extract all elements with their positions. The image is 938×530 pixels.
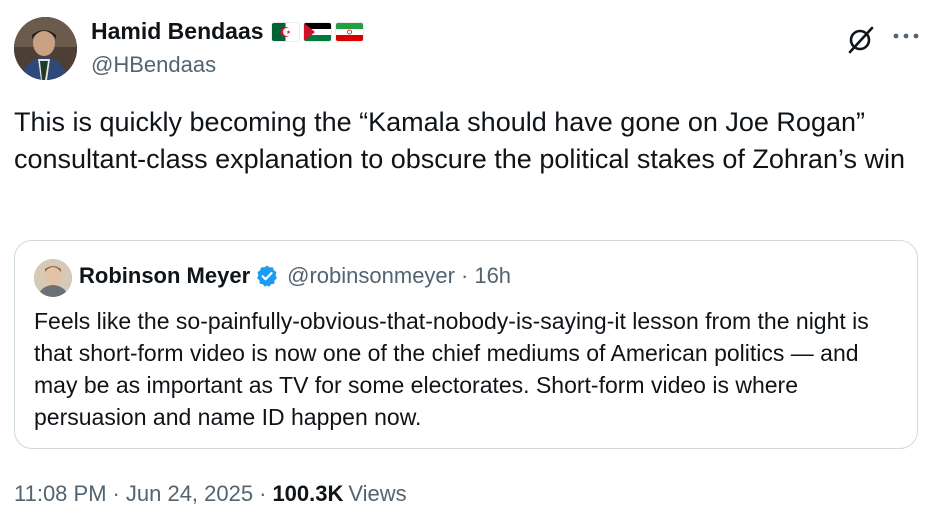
views-count[interactable]: 100.3K — [272, 481, 343, 507]
quoted-avatar-image — [34, 259, 72, 297]
quoted-tweet-text: Feels like the so-painfully-obvious-that… — [34, 308, 869, 430]
footer-separator-2: · — [259, 481, 267, 506]
quoted-author-name[interactable]: Robinson Meyer — [79, 263, 250, 289]
author-name[interactable]: Hamid Bendaas — [91, 18, 264, 45]
author-handle[interactable]: @HBendaas — [91, 52, 216, 78]
tweet-text: This is quickly becoming the “Kamala sho… — [14, 107, 905, 174]
quoted-timestamp[interactable]: 16h — [474, 263, 511, 289]
quoted-separator: · — [461, 263, 469, 288]
quoted-tweet-card[interactable]: Robinson Meyer @robinsonmeyer · 16h Feel… — [14, 240, 918, 449]
avatar-image — [14, 17, 77, 80]
footer-separator: · — [112, 481, 120, 506]
flag-emojis — [271, 22, 363, 41]
author-name-row[interactable]: Hamid Bendaas — [91, 18, 363, 45]
palestine-flag-icon — [303, 22, 331, 41]
iran-flag-icon — [335, 22, 363, 41]
tweet-footer: 11:08 PM · Jun 24, 2025 · 100.3K Views — [14, 481, 407, 507]
tweet-time[interactable]: 11:08 PM — [14, 481, 107, 507]
more-options-icon[interactable] — [890, 24, 922, 48]
quoted-author-handle[interactable]: @robinsonmeyer — [287, 263, 455, 289]
algeria-flag-icon — [271, 22, 299, 41]
quoted-author-avatar[interactable] — [34, 259, 72, 297]
grok-icon[interactable] — [846, 24, 876, 54]
author-avatar[interactable] — [14, 17, 77, 80]
views-label[interactable]: Views — [348, 481, 406, 507]
quoted-header: Robinson Meyer @robinsonmeyer · 16h — [79, 263, 511, 289]
tweet-date[interactable]: Jun 24, 2025 — [126, 481, 253, 507]
verified-badge-icon — [257, 265, 278, 287]
